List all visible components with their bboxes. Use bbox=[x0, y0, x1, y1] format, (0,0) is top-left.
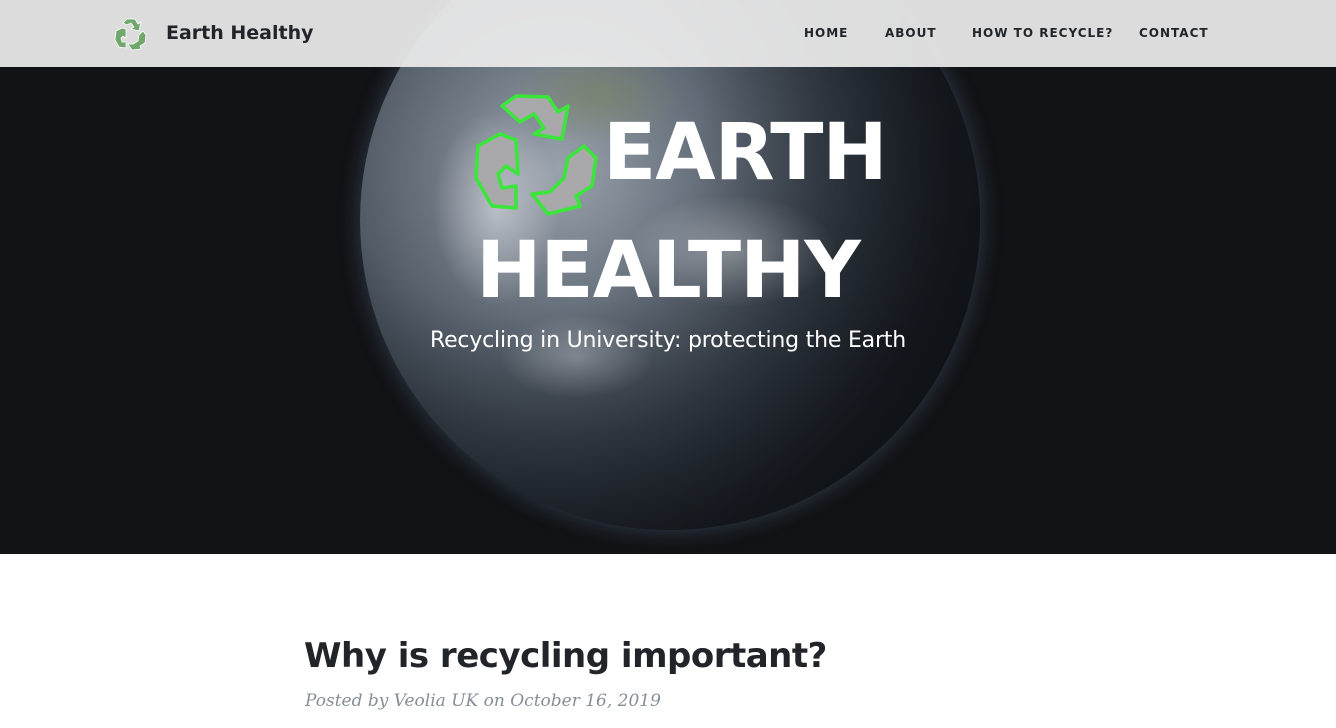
recycle-icon bbox=[474, 94, 598, 216]
hero-header: EARTH HEALTHY Recycling in University: p… bbox=[0, 0, 1336, 554]
post-author-link[interactable]: Veolia UK bbox=[394, 691, 478, 711]
top-navbar: Earth Healthy HOME ABOUT HOW TO RECYCLE?… bbox=[0, 0, 1336, 67]
hero-title-line-1: EARTH bbox=[603, 108, 888, 198]
post-title-link[interactable]: Why is recycling important? bbox=[304, 633, 827, 679]
hero-subtitle: Recycling in University: protecting the … bbox=[430, 328, 906, 353]
hero-title-line-2: HEALTHY bbox=[476, 226, 861, 316]
nav-link-home[interactable]: HOME bbox=[804, 24, 848, 42]
post-meta-on: on bbox=[483, 691, 505, 711]
nav-link-how-to-recycle[interactable]: HOW TO RECYCLE? bbox=[972, 24, 1113, 42]
nav-link-contact[interactable]: CONTACT bbox=[1139, 24, 1209, 42]
nav-links: HOME ABOUT HOW TO RECYCLE? CONTACT bbox=[0, 24, 1336, 42]
post-meta-prefix: Posted by bbox=[305, 691, 389, 711]
post-meta: Posted by Veolia UK on October 16, 2019 bbox=[305, 688, 661, 714]
post-date: October 16, 2019 bbox=[510, 691, 661, 711]
nav-link-about[interactable]: ABOUT bbox=[885, 24, 937, 42]
